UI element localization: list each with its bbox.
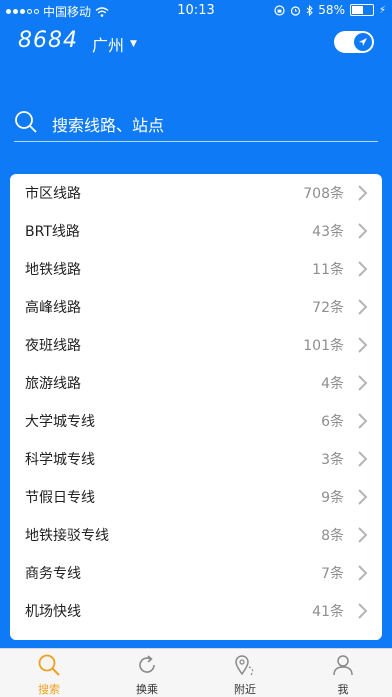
route-category-row[interactable]: 节假日专线 9条 [10, 478, 382, 516]
tab-location-pin[interactable]: 附近 [196, 649, 294, 697]
route-count: 41条 [312, 604, 344, 620]
city-selector[interactable]: 广州 ▼ [92, 32, 137, 56]
tab-user[interactable]: 我 [294, 649, 392, 697]
search-icon [38, 654, 60, 676]
route-category-label: 商务专线 [25, 566, 81, 582]
tab-label: 我 [337, 683, 349, 696]
route-category-label: BRT线路 [25, 224, 80, 240]
chevron-right-icon [358, 489, 368, 505]
app-logo: 8684 [18, 28, 78, 53]
battery-icon [349, 4, 374, 16]
refresh-icon [139, 655, 155, 673]
route-category-row[interactable]: 机场快线 41条 [10, 592, 382, 630]
route-category-row[interactable]: 夜班线路 101条 [10, 326, 382, 364]
chevron-right-icon [358, 299, 368, 315]
location-toggle[interactable] [334, 31, 374, 53]
charging-icon: ⚡ [378, 4, 386, 16]
chevron-right-icon [358, 603, 368, 619]
route-category-list: 市区线路 708条 BRT线路 43条地铁线路 11条高峰线路 72条夜班线路 101条旅游… [10, 174, 382, 640]
route-category-label: 科学城专线 [25, 452, 95, 468]
route-category-label: 市区线路 [25, 186, 81, 202]
search-underline [14, 141, 378, 142]
status-right-group: 58% ⚡ [274, 3, 386, 17]
route-category-row[interactable]: 市区线路 708条 [10, 174, 382, 212]
search-bar[interactable]: 搜索线路、站点 [14, 104, 378, 142]
chevron-right-icon [358, 527, 368, 543]
route-category-row[interactable]: BRT线路 43条 [10, 212, 382, 250]
route-category-label: 旅游线路 [25, 376, 81, 392]
route-count: 7条 [321, 566, 344, 582]
chevron-right-icon [358, 337, 368, 353]
route-count: 6条 [321, 414, 344, 430]
alarm-icon [291, 5, 301, 16]
search-icon [15, 111, 37, 133]
route-category-row[interactable]: 旅游线路 4条 [10, 364, 382, 402]
route-category-row[interactable]: 地铁线路 11条 [10, 250, 382, 288]
tab-bar: 搜索 换乘 附近 我 [0, 648, 392, 697]
route-category-row[interactable]: 高峰线路 72条 [10, 288, 382, 326]
navigation-arrow-icon [354, 33, 372, 51]
chevron-right-icon [358, 223, 368, 239]
route-category-label: 机场快线 [25, 604, 81, 620]
route-count: 8条 [321, 528, 344, 544]
bluetooth-icon [306, 4, 314, 16]
chevron-right-icon [358, 413, 368, 429]
route-count: 11条 [312, 262, 344, 278]
location-pin-icon [235, 655, 254, 676]
battery-percentage: 58% [318, 3, 345, 17]
chevron-right-icon [358, 261, 368, 277]
route-count: 101条 [303, 338, 344, 354]
chevron-right-icon [358, 565, 368, 581]
tab-refresh[interactable]: 换乘 [98, 649, 196, 697]
city-label: 广州 [92, 36, 125, 55]
search-placeholder: 搜索线路、站点 [52, 116, 165, 135]
route-category-label: 地铁接驳专线 [25, 528, 109, 544]
route-category-label: 夜班线路 [25, 338, 81, 354]
route-category-row[interactable]: 商务专线 7条 [10, 554, 382, 592]
route-count: 4条 [321, 376, 344, 392]
route-category-row[interactable]: 科学城专线 3条 [10, 440, 382, 478]
chevron-right-icon [358, 185, 368, 201]
route-category-label: 地铁线路 [25, 262, 81, 278]
status-bar: 中国移动 10:13 58% ⚡ [0, 0, 392, 22]
tab-label: 换乘 [136, 683, 158, 696]
route-category-label: 高峰线路 [25, 300, 81, 316]
route-count: 43条 [312, 224, 344, 240]
tab-search[interactable]: 搜索 [0, 649, 98, 697]
lock-rotation-icon [274, 4, 285, 16]
app-header: 8684 广州 ▼ [0, 22, 392, 62]
chevron-right-icon [358, 451, 368, 467]
route-category-row[interactable]: 地铁接驳专线 8条 [10, 516, 382, 554]
route-category-row[interactable]: 大学城专线 6条 [10, 402, 382, 440]
chevron-right-icon [358, 375, 368, 391]
route-category-label: 大学城专线 [25, 414, 95, 430]
tab-label: 搜索 [38, 683, 60, 696]
route-category-label: 节假日专线 [25, 490, 95, 506]
route-count: 3条 [321, 452, 344, 468]
route-count: 9条 [321, 490, 344, 506]
user-icon [333, 655, 353, 676]
route-count: 708条 [303, 186, 344, 202]
tab-label: 附近 [234, 683, 256, 696]
chevron-down-icon: ▼ [130, 39, 137, 49]
route-count: 72条 [312, 300, 344, 316]
